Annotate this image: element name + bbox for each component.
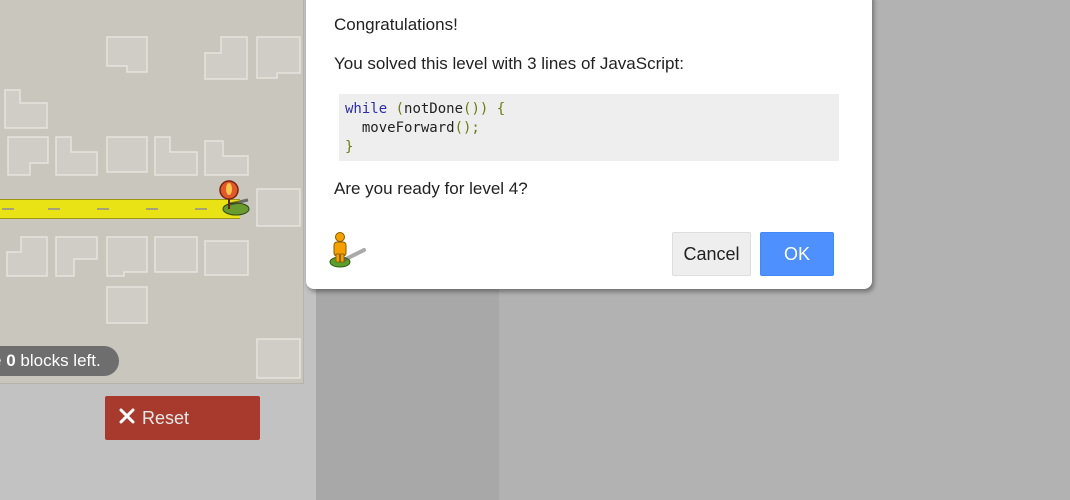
dialog-heading: Congratulations! [334,15,458,34]
code-line-2: moveForward(); [361,120,480,136]
reset-label: Reset [142,408,190,428]
city-blocks [4,36,301,379]
next-level-question: Are you ready for level 4? [334,179,528,198]
road [0,199,240,219]
code-line-3: } [345,139,354,155]
congratulations-dialog: Congratulations! You solved this level w… [306,0,872,289]
game-panel: e 0 blocks left. Reset [0,0,316,500]
cancel-button[interactable]: Cancel [672,232,751,276]
close-x-icon [119,408,135,424]
map-pin-icon [219,180,250,216]
code-block: while (notDone()) { moveForward(); } [339,94,839,161]
maze-map [0,0,304,384]
reset-button[interactable]: Reset [105,396,260,440]
capacity-count: 0 [6,351,16,370]
ok-button[interactable]: OK [760,232,834,276]
capacity-indicator: e 0 blocks left. [0,346,119,376]
capacity-suffix: blocks left. [15,351,101,370]
pegman-icon [329,232,366,268]
code-line-1: while (notDone()) { [345,101,506,117]
solved-message: You solved this level with 3 lines of Ja… [334,54,684,73]
